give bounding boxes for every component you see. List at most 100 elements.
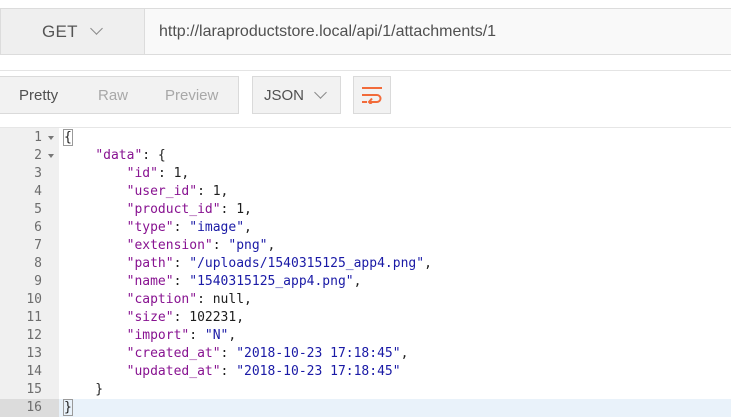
code-text: "name": "1540315125_app4.png",: [64, 273, 362, 291]
json-punctuation: ,: [424, 256, 432, 271]
json-punctuation: [64, 148, 95, 163]
line-number-cell: 14: [0, 363, 59, 381]
json-punctuation: }: [63, 399, 73, 416]
json-string: "2018-10-23 17:18:45": [236, 364, 401, 379]
fold-toggle-icon[interactable]: [48, 154, 54, 158]
code-text: "size": 102231,: [64, 309, 244, 327]
code-line: 5 "product_id": 1,: [0, 201, 731, 219]
json-punctuation: [64, 310, 127, 325]
json-key: "id": [126, 166, 158, 181]
json-key: "import": [126, 328, 190, 343]
code-text: "extension": "png",: [64, 237, 276, 255]
code-text: "path": "/uploads/1540315125_app4.png",: [64, 255, 432, 273]
json-key: "type": [126, 220, 174, 235]
line-number-cell: 9: [0, 273, 59, 291]
code-text: "data": {: [64, 147, 165, 165]
json-key: "size": [126, 310, 174, 325]
json-string: "image": [189, 220, 245, 235]
code-line: 4 "user_id": 1,: [0, 183, 731, 201]
code-text: }: [64, 381, 103, 399]
code-text: "updated_at": "2018-10-23 17:18:45": [64, 363, 401, 381]
json-punctuation: : 1,: [220, 202, 252, 217]
fold-toggle-icon[interactable]: [48, 136, 54, 140]
method-select[interactable]: GET: [0, 8, 144, 55]
line-number: 12: [26, 328, 42, 343]
line-number: 6: [34, 220, 42, 235]
code-text: "type": "image",: [64, 219, 252, 237]
code-text: "caption": null,: [64, 291, 252, 309]
line-number-cell: 8: [0, 255, 59, 273]
json-punctuation: [64, 220, 127, 235]
code-text: "id": 1,: [64, 165, 190, 183]
json-punctuation: ,: [267, 238, 276, 253]
line-number: 16: [26, 400, 42, 415]
json-punctuation: ,: [400, 346, 409, 361]
line-number-cell: 6: [0, 219, 59, 237]
json-punctuation: :: [173, 220, 190, 235]
line-number-cell: 13: [0, 345, 59, 363]
wrap-lines-icon: [362, 87, 382, 104]
json-punctuation: :: [173, 274, 190, 289]
response-toolbar: Pretty Raw Preview JSON: [0, 71, 731, 127]
json-punctuation: ,: [353, 274, 362, 289]
json-punctuation: :: [173, 256, 190, 271]
json-key: "caption": [126, 292, 198, 307]
code-line: 15 }: [0, 381, 731, 399]
tab-raw[interactable]: Raw: [98, 87, 128, 104]
json-key: "product_id": [126, 202, 221, 217]
json-punctuation: : 102231,: [173, 310, 245, 325]
json-key: "extension": [126, 238, 213, 253]
code-line: 2 "data": {: [0, 147, 731, 165]
json-string: "/uploads/1540315125_app4.png": [189, 256, 425, 271]
line-number: 4: [34, 184, 42, 199]
json-key: "updated_at": [126, 364, 221, 379]
code-text: }: [63, 399, 73, 417]
json-punctuation: }: [64, 382, 104, 397]
code-text: "user_id": 1,: [64, 183, 229, 201]
code-text: {: [63, 129, 73, 147]
line-number: 5: [34, 202, 42, 217]
code-line: 10 "caption": null,: [0, 291, 731, 309]
json-punctuation: [64, 328, 127, 343]
format-select[interactable]: JSON: [252, 76, 341, 114]
json-punctuation: [64, 346, 127, 361]
chevron-down-icon: [89, 22, 103, 35]
url-input[interactable]: http://laraproductstore.local/api/1/atta…: [144, 8, 731, 55]
view-mode-tabs: Pretty Raw Preview: [0, 76, 239, 114]
code-line: 6 "type": "image",: [0, 219, 731, 237]
line-number-cell: 10: [0, 291, 59, 309]
json-string: "1540315125_app4.png": [189, 274, 354, 289]
response-body[interactable]: 1{2 "data": {3 "id": 1, 4 "user_id": 1, 5 …: [0, 127, 731, 417]
wrap-lines-button[interactable]: [353, 76, 391, 114]
method-label: GET: [42, 21, 78, 41]
code-text: "product_id": 1,: [64, 201, 252, 219]
code-text: "created_at": "2018-10-23 17:18:45",: [64, 345, 409, 363]
code-line: 3 "id": 1,: [0, 165, 731, 183]
tab-preview[interactable]: Preview: [165, 87, 218, 104]
line-number-cell: 1: [0, 129, 59, 147]
json-punctuation: [64, 238, 127, 253]
line-number: 8: [34, 256, 42, 271]
code-line: 16}: [0, 399, 731, 417]
line-number: 15: [26, 382, 42, 397]
code-line: 12 "import": "N",: [0, 327, 731, 345]
json-punctuation: : 1,: [157, 166, 190, 181]
json-string: "png": [228, 238, 268, 253]
json-punctuation: :: [220, 364, 237, 379]
line-number-cell: 7: [0, 237, 59, 255]
json-punctuation: :: [212, 238, 229, 253]
line-number: 9: [34, 274, 42, 289]
tab-pretty[interactable]: Pretty: [19, 87, 58, 104]
json-string: "2018-10-23 17:18:45": [236, 346, 401, 361]
line-number: 7: [34, 238, 42, 253]
line-number-cell: 5: [0, 201, 59, 219]
code-line: 8 "path": "/uploads/1540315125_app4.png"…: [0, 255, 731, 273]
json-punctuation: : 1,: [197, 184, 229, 199]
line-number-cell: 4: [0, 183, 59, 201]
json-punctuation: {: [63, 129, 73, 146]
line-number-cell: 16: [0, 399, 59, 417]
line-number-cell: 2: [0, 147, 59, 165]
code-line: 11 "size": 102231,: [0, 309, 731, 327]
json-string: "N": [204, 328, 229, 343]
json-punctuation: [64, 274, 127, 289]
